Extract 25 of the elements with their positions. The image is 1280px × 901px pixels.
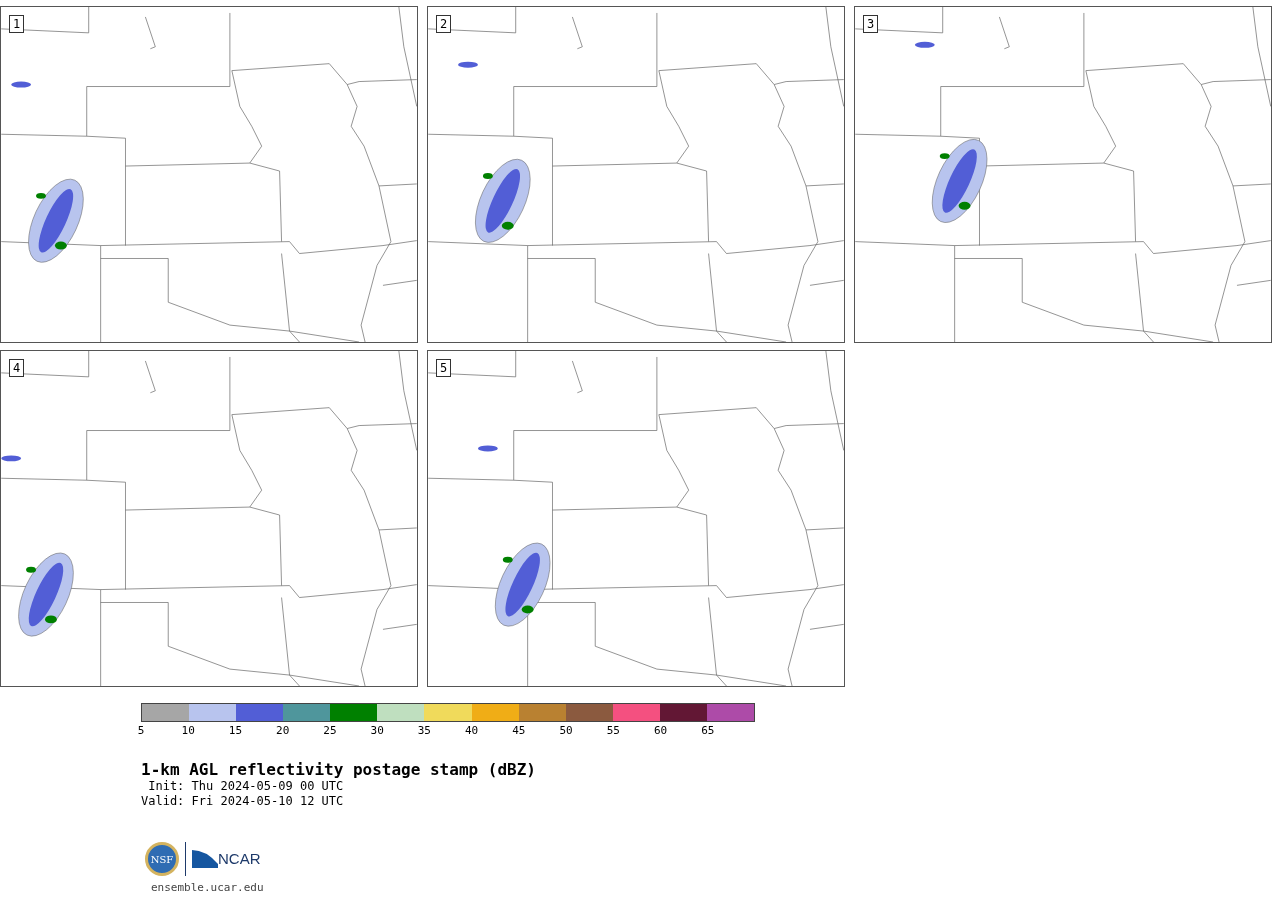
scale-tick-label: 65 <box>701 724 715 737</box>
scale-tick-label: 5 <box>137 724 145 737</box>
valid-time: Valid: Fri 2024-05-10 12 UTC <box>141 794 345 809</box>
panel-number: 2 <box>436 15 452 33</box>
scale-tick-label: 45 <box>512 724 526 737</box>
scale-tick-label: 50 <box>559 724 573 737</box>
panel-number: 5 <box>436 359 452 377</box>
scale-tick-label: 10 <box>181 724 195 737</box>
panel-number: 1 <box>9 15 25 33</box>
scale-tick-label: 55 <box>606 724 620 737</box>
scale-tick-label: 20 <box>276 724 290 737</box>
scale-tick-label: 60 <box>653 724 668 737</box>
init-time: Init: Thu 2024-05-09 00 UTC <box>147 779 345 794</box>
scale-tick-label: 35 <box>417 724 431 737</box>
nsf-logo: NSF <box>145 842 179 876</box>
ncar-logo: NCAR <box>218 848 261 869</box>
site-url: ensemble.ucar.edu <box>151 880 265 896</box>
scale-tick-label: 15 <box>228 724 243 737</box>
scale-tick-label: 25 <box>323 724 337 737</box>
scale-tick-label: 40 <box>465 724 479 737</box>
scale-tick-label: 30 <box>370 724 384 737</box>
chart-title: 1-km AGL reflectivity postage stamp (dBZ) <box>141 761 537 779</box>
panel-number: 4 <box>9 359 25 377</box>
panel-number: 3 <box>863 15 879 33</box>
swoosh-icon <box>192 850 218 868</box>
